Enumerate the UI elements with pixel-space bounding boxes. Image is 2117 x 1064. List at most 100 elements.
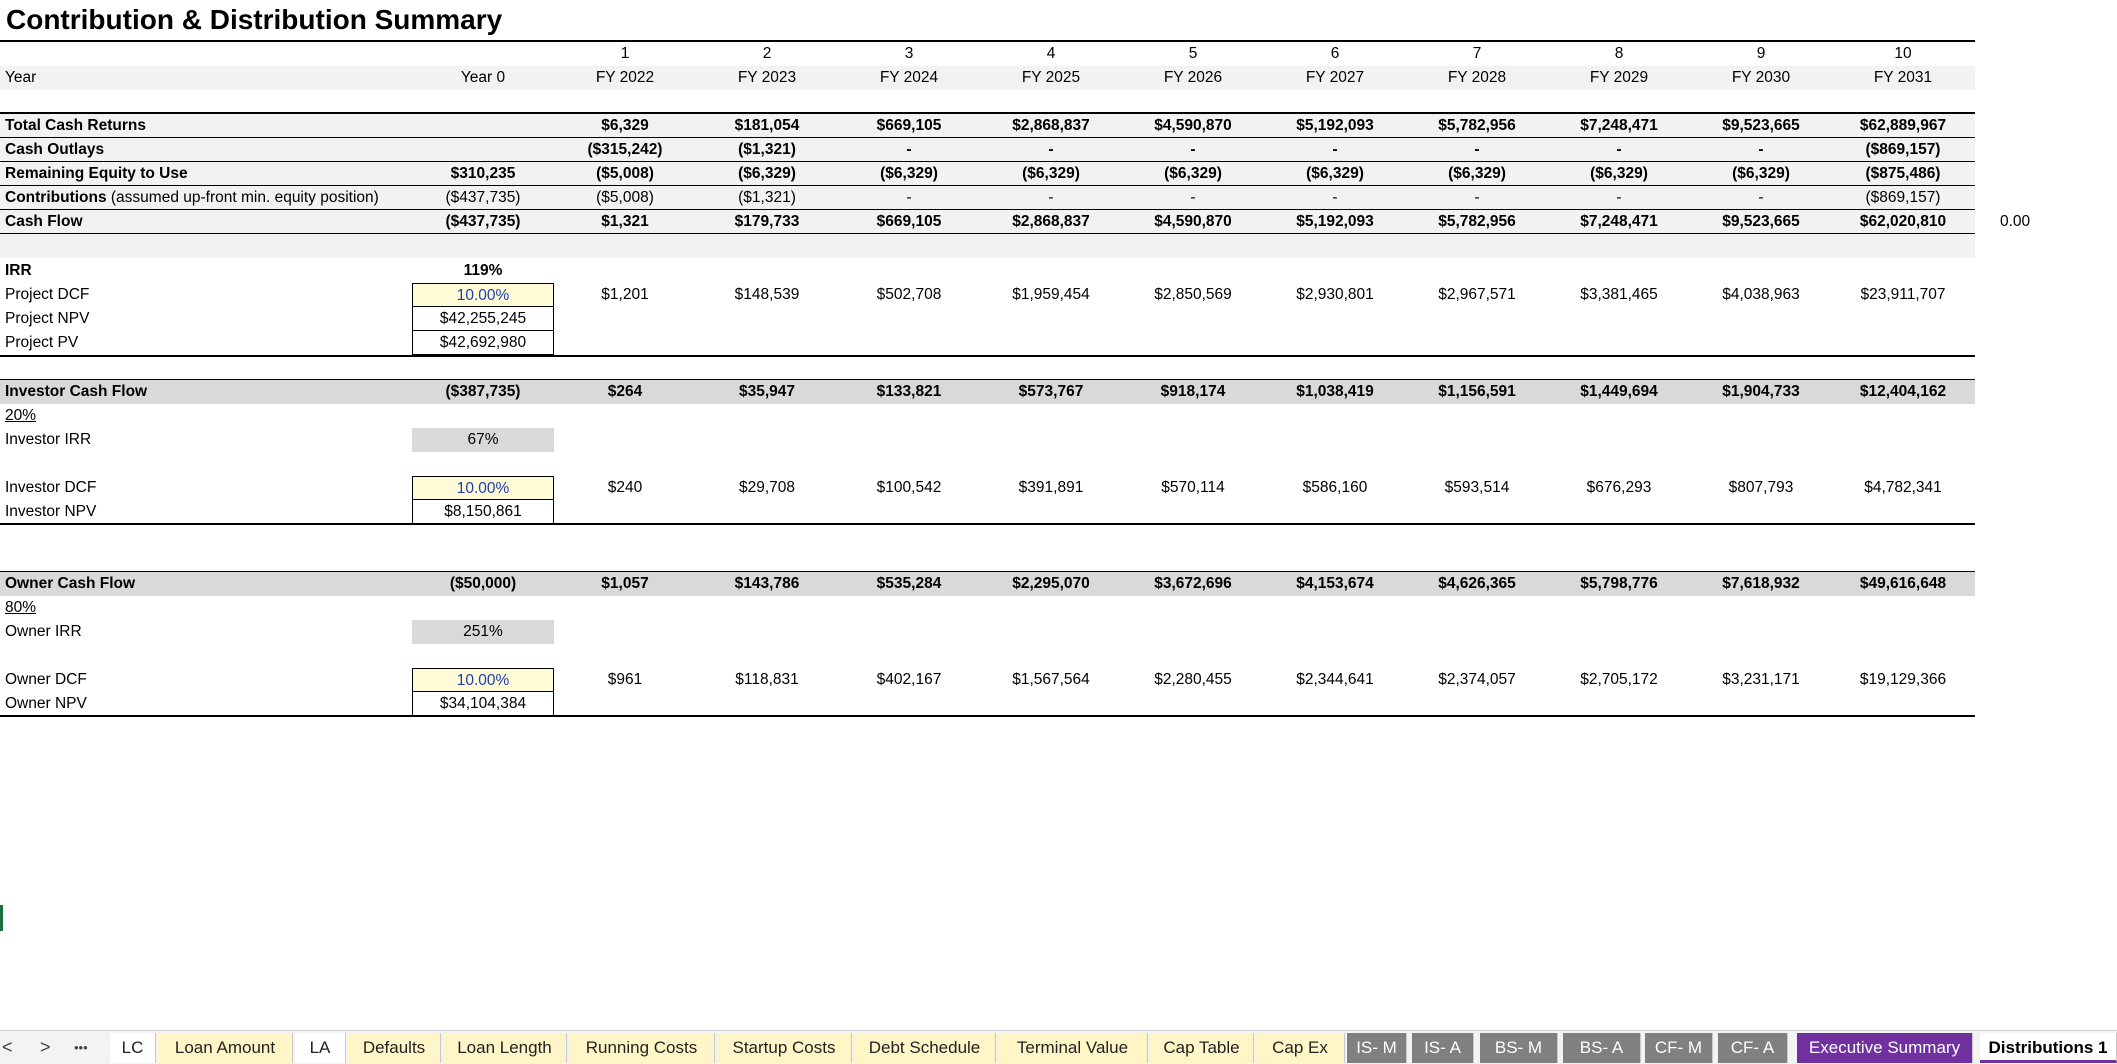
summary-cell-5: $4,590,870 (1154, 213, 1232, 230)
project-npv-value: $42,255,245 (412, 307, 554, 331)
summary-cell-5: - (1190, 189, 1196, 206)
sheet-tab-cf-m[interactable]: CF- M (1645, 1033, 1713, 1063)
sheet-tab-is-a[interactable]: IS- A (1412, 1033, 1474, 1063)
summary-row-label-text: Remaining Equity to Use (5, 165, 188, 182)
owner-npv-label: Owner NPV (5, 695, 87, 712)
investor-dcf-10: $4,782,341 (1864, 479, 1942, 496)
summary-row-year0: $310,235 (450, 165, 516, 182)
summary-row-year0: ($437,735) (445, 213, 521, 230)
sheet-tab-is-m[interactable]: IS- M (1347, 1033, 1407, 1063)
summary-cell-3: $669,105 (876, 117, 942, 134)
sheet-tab-distributions-1[interactable]: Distributions 1 (1980, 1033, 2117, 1063)
summary-row-label: Contributions (assumed up-front min. equ… (5, 186, 379, 210)
summary-cell-5: $4,590,870 (1154, 117, 1232, 134)
investor-dcf-row: Investor DCF 10.00% $240 $29,708 $100,542 $… (0, 476, 1975, 500)
summary-cell-1: $1,321 (601, 213, 649, 230)
owner-share-row: 80% (0, 596, 1975, 620)
owner-dcf-2: $118,831 (735, 671, 799, 688)
investor-cf-6: $1,038,419 (1296, 383, 1374, 400)
summary-cell-3: - (906, 189, 912, 206)
sheet-tab-cap-ex[interactable]: Cap Ex (1256, 1033, 1345, 1063)
scroll-right-icon[interactable]: > (40, 1031, 51, 1064)
summary-row-label: Total Cash Returns (5, 114, 146, 138)
summary-row-label-note: (assumed up-front min. equity position) (106, 189, 379, 206)
investor-cash-flow-row: Investor Cash Flow ($387,735) $264 $35,94… (0, 380, 1975, 404)
sheet-tab-loan-length[interactable]: Loan Length (443, 1033, 567, 1063)
summary-row-label-text: Total Cash Returns (5, 117, 146, 134)
investor-npv-row: Investor NPV $8,150,861 (0, 500, 1975, 524)
project-dcf-2: $148,539 (734, 286, 800, 303)
sheet-tab-bs-a[interactable]: BS- A (1563, 1033, 1641, 1063)
project-bottom-border (0, 355, 1975, 357)
investor-dcf-7: $593,514 (1444, 479, 1510, 496)
check-value: 0.00 (2000, 213, 2031, 230)
investor-dcf-rate-input[interactable]: 10.00% (412, 476, 554, 500)
project-dcf-rate-input[interactable]: 10.00% (412, 283, 554, 307)
sheet-tab-defaults[interactable]: Defaults (348, 1033, 441, 1063)
project-pv-row: Project PV $42,692,980 (0, 331, 1975, 355)
sheet-tab-executive-summary[interactable]: Executive Summary (1797, 1033, 1973, 1063)
summary-cell-5: ($6,329) (1164, 165, 1222, 182)
sheet-tab-terminal-value[interactable]: Terminal Value (998, 1033, 1148, 1063)
fiscal-year-8: FY 2029 (1589, 69, 1649, 86)
project-dcf-1: $1,201 (601, 286, 649, 303)
fiscal-year-2: FY 2023 (737, 69, 797, 86)
sheet-tab-debt-schedule[interactable]: Debt Schedule (854, 1033, 996, 1063)
sheet-tab-lc[interactable]: LC (110, 1033, 156, 1063)
investor-irr-row: Investor IRR 67% (0, 428, 1975, 452)
irr-label: IRR (5, 262, 32, 279)
period-number-6: 6 (1330, 45, 1340, 62)
summary-row: Remaining Equity to Use $310,235 ($5,008) (… (0, 162, 1975, 186)
summary-row-year0 (412, 114, 554, 138)
sheet-tab-startup-costs[interactable]: Startup Costs (717, 1033, 852, 1063)
summary-cell-10: $62,889,967 (1859, 117, 1947, 134)
owner-irr-value: 251% (412, 620, 554, 644)
summary-cell-4: ($6,329) (1022, 165, 1080, 182)
period-number-2: 2 (762, 45, 772, 62)
summary-cell-6: - (1332, 141, 1338, 158)
sheet-tab-running-costs[interactable]: Running Costs (569, 1033, 715, 1063)
summary-cell-7: $5,782,956 (1438, 213, 1516, 230)
fiscal-year-5: FY 2026 (1163, 69, 1223, 86)
summary-cell-2: $181,054 (734, 117, 800, 134)
summary-cell-6: $5,192,093 (1296, 117, 1374, 134)
investor-npv-label: Investor NPV (5, 503, 97, 520)
investor-dcf-8: $676,293 (1586, 479, 1652, 496)
owner-dcf-1: $961 (607, 671, 643, 688)
project-dcf-7: $2,967,571 (1438, 286, 1516, 303)
sheet-tab-cf-a[interactable]: CF- A (1718, 1033, 1788, 1063)
project-dcf-label: Project DCF (5, 286, 90, 303)
owner-dcf-9: $3,231,171 (1722, 671, 1800, 688)
project-dcf-3: $502,708 (876, 286, 942, 303)
summary-cell-8: - (1616, 189, 1622, 206)
summary-row-label-text: Contributions (5, 189, 107, 206)
sheet-tab-bs-m[interactable]: BS- M (1480, 1033, 1558, 1063)
summary-row-year0: ($437,735) (445, 189, 521, 206)
more-sheets-icon[interactable]: ••• (74, 1031, 88, 1064)
summary-cell-9: ($6,329) (1732, 165, 1790, 182)
owner-cf-label: Owner Cash Flow (5, 575, 136, 592)
scroll-left-icon[interactable]: < (2, 1031, 13, 1064)
project-pv-label: Project PV (5, 334, 79, 351)
owner-cash-flow-row: Owner Cash Flow ($50,000) $1,057 $143,786… (0, 572, 1975, 596)
owner-dcf-rate-input[interactable]: 10.00% (412, 668, 554, 692)
summary-cell-9: - (1758, 189, 1764, 206)
owner-dcf-4: $1,567,564 (1012, 671, 1090, 688)
summary-row-label-text: Cash Outlays (5, 141, 105, 158)
summary-cell-10: $62,020,810 (1859, 213, 1947, 230)
summary-cell-4: $2,868,837 (1012, 117, 1090, 134)
owner-cf-9: $7,618,932 (1722, 575, 1800, 592)
summary-row: Contributions (assumed up-front min. equ… (0, 186, 1975, 210)
period-number-3: 3 (904, 45, 914, 62)
owner-npv-value: $34,104,384 (412, 692, 554, 716)
summary-cell-5: - (1190, 141, 1196, 158)
sheet-tab-cap-table[interactable]: Cap Table (1150, 1033, 1254, 1063)
owner-share: 80% (5, 599, 37, 616)
summary-cell-3: ($6,329) (880, 165, 938, 182)
summary-cell-4: - (1048, 141, 1054, 158)
owner-dcf-6: $2,344,641 (1296, 671, 1374, 688)
sheet-tab-bar: < > ••• LC Loan Amount LA Defaults Loan Leng… (0, 1030, 2117, 1064)
fiscal-year-6: FY 2027 (1305, 69, 1365, 86)
sheet-tab-la[interactable]: LA (295, 1033, 346, 1063)
sheet-tab-loan-amount[interactable]: Loan Amount (158, 1033, 293, 1063)
